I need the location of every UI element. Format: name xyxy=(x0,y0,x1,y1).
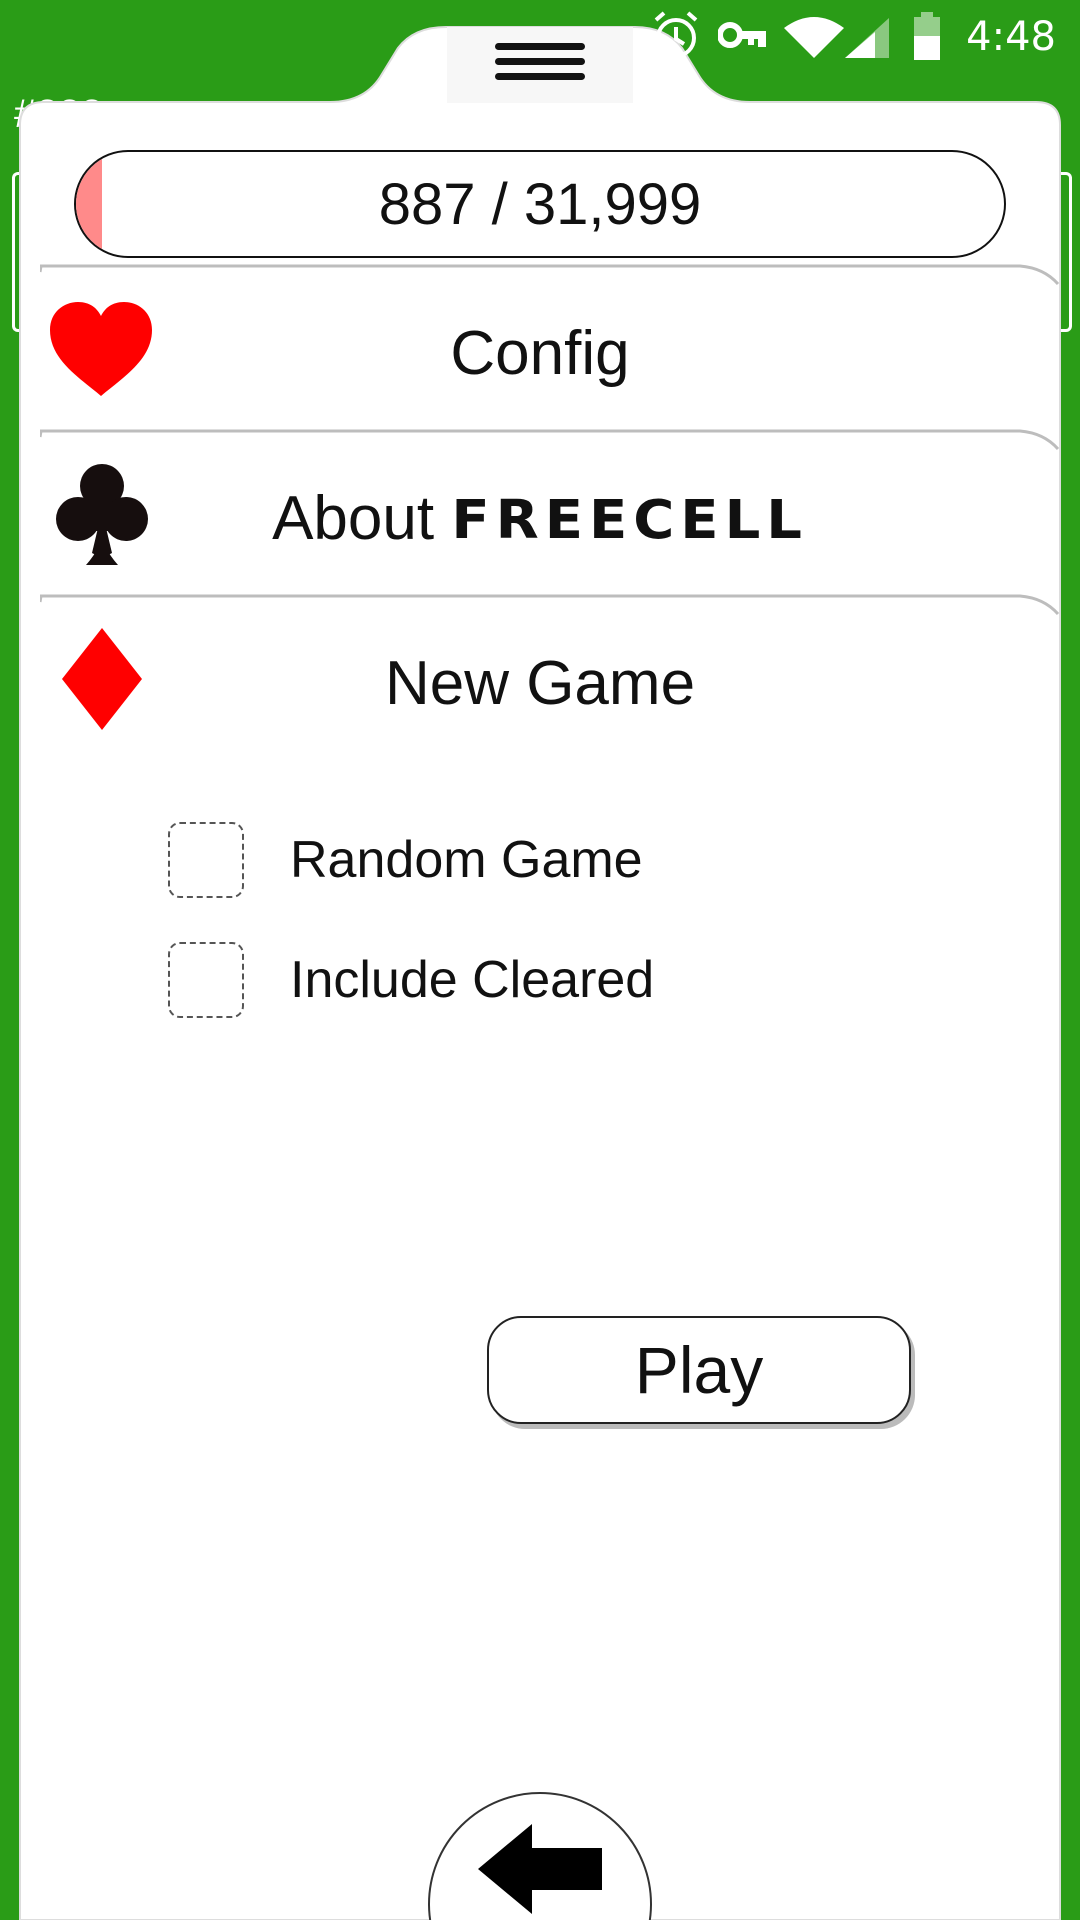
include-cleared-option[interactable]: Include Cleared xyxy=(168,940,654,1020)
tab-label: About FREECELL xyxy=(20,483,1060,554)
tab-new-game[interactable]: New Game xyxy=(20,600,1060,765)
menu-handle-button[interactable] xyxy=(447,25,633,105)
alarm-icon xyxy=(654,11,698,58)
game-number: #888 xyxy=(14,92,103,136)
random-game-checkbox[interactable] xyxy=(168,822,244,898)
wifi-icon xyxy=(784,17,844,58)
option-label: Include Cleared xyxy=(290,951,655,1009)
tab-config[interactable]: Config xyxy=(20,270,1060,435)
battery-icon xyxy=(914,12,940,60)
tab-about[interactable]: About FREECELL xyxy=(20,435,1060,600)
back-button[interactable] xyxy=(428,1792,652,1920)
include-cleared-checkbox[interactable] xyxy=(168,942,244,1018)
play-button[interactable]: Play xyxy=(487,1316,911,1424)
random-game-option[interactable]: Random Game xyxy=(168,820,643,900)
vpn-key-icon xyxy=(718,22,766,48)
option-label: Random Game xyxy=(290,831,643,889)
tab-label: New Game xyxy=(384,649,696,718)
back-arrow-icon xyxy=(478,1824,602,1914)
progress-bar: 887 / 31,999 xyxy=(74,150,1006,258)
freecell-logo-text: FREECELL xyxy=(451,489,808,552)
progress-text: 887 / 31,999 xyxy=(378,171,702,237)
tab-label: Config xyxy=(450,319,630,388)
cell-signal-icon xyxy=(845,18,889,58)
clock: 4:48 xyxy=(966,14,1056,60)
about-text: About xyxy=(272,484,435,553)
